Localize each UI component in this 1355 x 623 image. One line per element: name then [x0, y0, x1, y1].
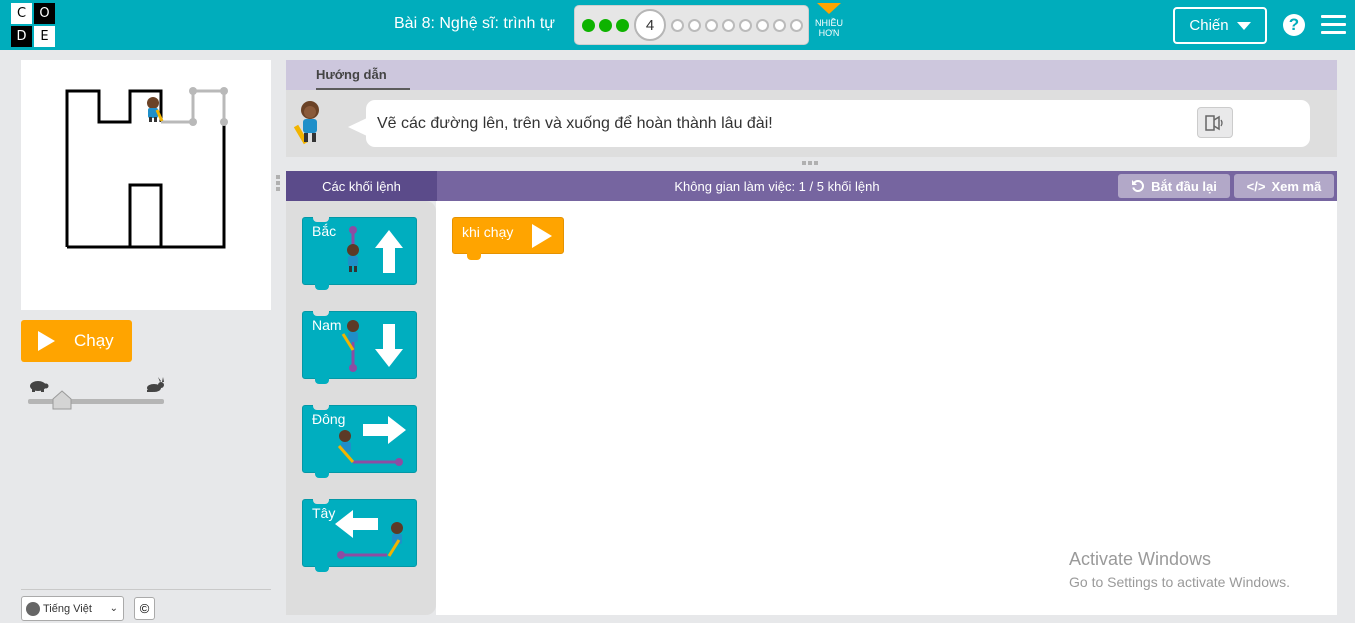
language-select[interactable]: Tiếng Việt ⌄: [21, 596, 124, 621]
code-logo[interactable]: C O D E: [11, 3, 55, 47]
copyright-button[interactable]: ©: [134, 597, 155, 620]
level-dot-completed[interactable]: [599, 19, 612, 32]
logo-letter-c: C: [11, 3, 32, 24]
show-code-button[interactable]: </> Xem mã: [1234, 174, 1334, 198]
castle-drawing: [65, 87, 228, 249]
instruction-text: Vẽ các đường lên, trên và xuống để hoàn …: [377, 115, 773, 132]
instructions-tab-bar: [286, 60, 1337, 90]
globe-icon: [26, 601, 40, 616]
reset-icon: [1132, 180, 1145, 192]
arrow-right-icon: [337, 416, 406, 466]
user-menu-button[interactable]: Chiến: [1173, 7, 1267, 44]
workspace-title: Không gian làm việc: 1 / 5 khối lệnh: [674, 178, 880, 194]
speed-slider-thumb[interactable]: [52, 390, 72, 410]
level-dot[interactable]: [671, 19, 684, 32]
level-dot[interactable]: [773, 19, 786, 32]
tab-instructions[interactable]: Hướng dẫn: [316, 67, 387, 82]
level-dot[interactable]: [688, 19, 701, 32]
run-button[interactable]: Chạy: [21, 320, 132, 362]
level-dot-completed[interactable]: [616, 19, 629, 32]
artist-avatar-icon: [293, 101, 319, 145]
resize-handle-horizontal[interactable]: [802, 161, 822, 165]
more-label-line1: NHIỀU: [814, 18, 843, 28]
block-move-east[interactable]: Đông: [302, 405, 417, 478]
hamburger-menu-icon[interactable]: [1321, 15, 1346, 35]
activation-watermark-title: Activate Windows: [1069, 549, 1212, 569]
when-run-label: khi chạy: [462, 224, 514, 240]
reset-button[interactable]: Bắt đầu lại: [1118, 174, 1230, 198]
level-dot[interactable]: [705, 19, 718, 32]
chevron-down-icon: ⌄: [109, 603, 118, 614]
logo-letter-e: E: [34, 26, 55, 47]
block-move-north[interactable]: Bắc: [302, 217, 417, 290]
activation-watermark-subtitle: Go to Settings to activate Windows.: [1069, 574, 1290, 590]
when-run-block[interactable]: khi chạy: [452, 217, 564, 260]
user-name: Chiến: [1189, 17, 1229, 34]
arrow-left-icon: [335, 510, 403, 559]
top-bar: C O D E Bài 8: Nghệ sĩ: trình tự 4 NHIỀU…: [0, 0, 1355, 50]
speech-bubble-tail: [348, 118, 367, 136]
level-dot[interactable]: [739, 19, 752, 32]
level-dot[interactable]: [790, 19, 803, 32]
language-value: Tiếng Việt: [43, 602, 92, 615]
resize-handle-vertical[interactable]: [276, 175, 280, 195]
reset-label: Bắt đầu lại: [1151, 178, 1217, 194]
artist-canvas: [21, 60, 271, 310]
play-icon: [532, 224, 552, 248]
show-code-label: Xem mã: [1271, 178, 1322, 194]
logo-letter-d: D: [11, 26, 32, 47]
toolbox-header: Các khối lệnh: [286, 171, 437, 201]
play-icon: [38, 331, 55, 351]
caret-down-icon: [1236, 21, 1251, 30]
turtle-icon: [30, 381, 49, 392]
current-level-bubble[interactable]: 4: [634, 9, 666, 41]
run-button-label: Chạy: [74, 331, 114, 350]
code-icon: </>: [1246, 178, 1266, 194]
lesson-title[interactable]: Bài 8: Nghệ sĩ: trình tự: [394, 15, 555, 33]
level-dot[interactable]: [756, 19, 769, 32]
level-dot[interactable]: [722, 19, 735, 32]
logo-letter-o: O: [34, 3, 55, 24]
level-dot-completed[interactable]: [582, 19, 595, 32]
rabbit-icon: [147, 377, 164, 392]
level-progress: 4: [574, 5, 809, 45]
arrow-down-icon: [341, 320, 403, 372]
more-label-line2: HƠN: [818, 28, 840, 38]
more-levels-toggle[interactable]: NHIỀU HƠN: [811, 3, 847, 38]
divider: [21, 589, 271, 590]
block-move-west[interactable]: Tây: [302, 499, 417, 572]
chevron-down-icon: [817, 3, 841, 14]
arrow-up-icon: [347, 226, 403, 273]
block-move-south[interactable]: Nam: [302, 311, 417, 384]
speed-slider-track[interactable]: [28, 399, 164, 404]
speaker-icon[interactable]: [1197, 107, 1233, 138]
help-icon[interactable]: ?: [1283, 14, 1305, 36]
